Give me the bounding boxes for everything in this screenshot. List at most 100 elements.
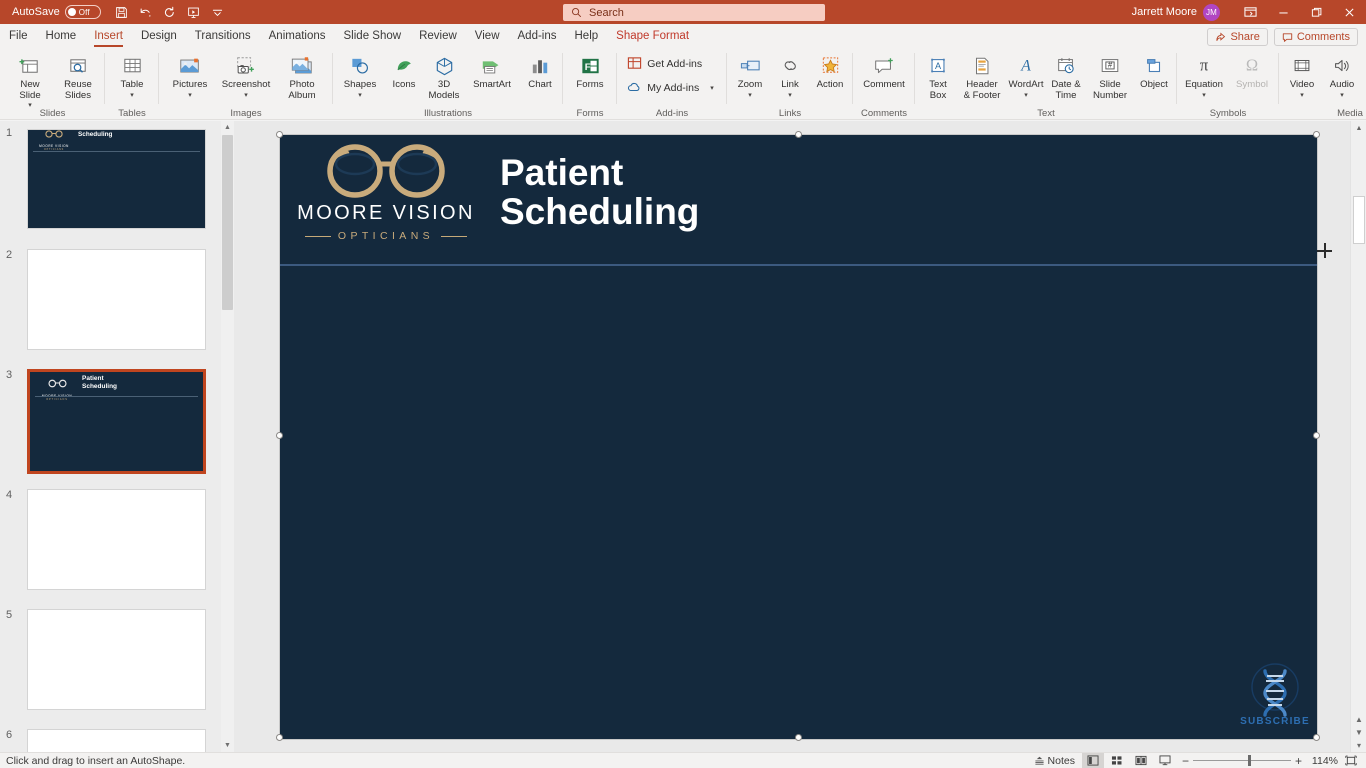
my-addins-button[interactable]: My Add-ins ▾ (624, 78, 719, 97)
slide-show-button[interactable] (1154, 753, 1176, 768)
zoom-in-button[interactable]: + (1295, 754, 1302, 768)
table-button[interactable]: Table ▾ (108, 51, 156, 99)
audio-button[interactable]: Audio ▾ (1322, 51, 1362, 99)
canvas-vertical-scrollbar[interactable]: ▲ ▲ ▼ ▾ (1350, 121, 1366, 752)
canvas-scroll-up-icon[interactable]: ▲ (1351, 121, 1366, 136)
equation-button[interactable]: π Equation ▾ (1180, 51, 1228, 99)
wordart-button[interactable]: A WordArt ▾ (1006, 51, 1046, 99)
normal-view-button[interactable] (1081, 753, 1104, 768)
reading-view-button[interactable] (1130, 753, 1152, 768)
share-button[interactable]: Share (1207, 28, 1268, 46)
selection-handle-top-right[interactable] (1313, 131, 1320, 138)
search-input[interactable]: Search (563, 4, 825, 21)
screen-recording-button[interactable]: Screen Recording (1362, 51, 1366, 101)
restore-button[interactable] (1300, 0, 1333, 24)
shapes-caret-icon[interactable]: ▾ (358, 92, 362, 99)
selection-handle-top-center[interactable] (795, 131, 802, 138)
undo-icon[interactable] (135, 2, 157, 22)
zoom-level-label[interactable]: 114% (1304, 755, 1338, 767)
zoom-out-button[interactable]: − (1182, 754, 1189, 768)
tab-design[interactable]: Design (132, 25, 186, 48)
thumbnail-pane-scrollbar[interactable]: ▲ ▼ (221, 121, 234, 752)
link-button[interactable]: Link ▾ (770, 51, 810, 99)
header-footer-button[interactable]: Header & Footer (958, 51, 1006, 101)
tab-view[interactable]: View (466, 25, 509, 48)
tab-insert[interactable]: Insert (85, 25, 132, 48)
wordart-caret-icon[interactable]: ▾ (1024, 92, 1028, 99)
date-time-button[interactable]: Date & Time (1046, 51, 1086, 101)
video-caret-icon[interactable]: ▾ (1300, 92, 1304, 99)
autosave-control[interactable]: AutoSave Off (12, 5, 101, 19)
tab-home[interactable]: Home (37, 25, 86, 48)
shapes-button[interactable]: Shapes ▾ (336, 51, 384, 99)
pictures-caret-icon[interactable]: ▾ (188, 92, 192, 99)
thumbnail-slide-2[interactable] (27, 249, 206, 350)
tab-shape-format[interactable]: Shape Format (607, 25, 698, 48)
notes-button[interactable]: Notes (1029, 753, 1080, 768)
equation-caret-icon[interactable]: ▾ (1202, 92, 1206, 99)
ribbon-display-options-icon[interactable] (1234, 0, 1267, 24)
thumbnail-slide-4[interactable] (27, 489, 206, 590)
3d-models-button[interactable]: 3D Models (424, 51, 464, 101)
fit-slide-to-window-button[interactable] (1340, 753, 1362, 768)
previous-slide-icon[interactable]: ▲ (1355, 715, 1363, 724)
pictures-button[interactable]: Pictures ▾ (162, 51, 218, 99)
new-slide-button[interactable]: New Slide ▾ (6, 51, 54, 109)
save-icon[interactable] (111, 2, 133, 22)
avatar[interactable]: JM (1203, 3, 1220, 21)
tab-animations[interactable]: Animations (260, 25, 335, 48)
slide-editing-canvas[interactable]: MOORE VISION OPTICIANS Patient Schedulin… (234, 121, 1350, 752)
zoom-slider[interactable]: − + (1182, 754, 1302, 768)
autosave-toggle[interactable]: Off (64, 5, 101, 19)
selection-handle-top-left[interactable] (276, 131, 283, 138)
thumbnail-scroll-up-icon[interactable]: ▲ (221, 121, 234, 134)
thumbnail-scroll-down-icon[interactable]: ▼ (221, 739, 234, 752)
company-logo[interactable]: MOORE VISION OPTICIANS (288, 144, 484, 242)
close-button[interactable] (1333, 0, 1366, 24)
action-button[interactable]: Action (810, 51, 850, 91)
selection-handle-bottom-left[interactable] (276, 734, 283, 741)
thumbnail-slide-6[interactable] (27, 729, 206, 752)
smartart-button[interactable]: SmartArt (464, 51, 520, 91)
tab-slide-show[interactable]: Slide Show (335, 25, 411, 48)
text-box-button[interactable]: A Text Box (918, 51, 958, 101)
thumbnail-scrollbar-thumb[interactable] (222, 135, 233, 310)
video-button[interactable]: Video ▾ (1282, 51, 1322, 99)
my-addins-caret-icon[interactable]: ▾ (710, 84, 714, 92)
tab-file[interactable]: File (0, 25, 37, 48)
screenshot-caret-icon[interactable]: ▾ (244, 92, 248, 99)
tab-add-ins[interactable]: Add-ins (509, 25, 566, 48)
thumbnail-slide-3[interactable]: MOORE VISION OPTICIANS Patient Schedulin… (27, 369, 206, 474)
chart-button[interactable]: Chart (520, 51, 560, 91)
customize-quick-access-icon[interactable] (207, 2, 229, 22)
thumbnail-slide-1[interactable]: MOORE VISION OPTICIANS Patient Schedulin… (27, 129, 206, 229)
forms-button[interactable]: F Forms (566, 51, 614, 91)
minimize-button[interactable] (1267, 0, 1300, 24)
selection-handle-middle-left[interactable] (276, 432, 283, 439)
screenshot-button[interactable]: Screenshot ▾ (218, 51, 274, 99)
select-browse-object-icon[interactable]: ▾ (1357, 741, 1361, 750)
redo-icon[interactable] (159, 2, 181, 22)
table-caret-icon[interactable]: ▾ (130, 92, 134, 99)
selection-handle-middle-right[interactable] (1313, 432, 1320, 439)
current-slide[interactable]: MOORE VISION OPTICIANS Patient Schedulin… (280, 135, 1317, 739)
link-caret-icon[interactable]: ▾ (788, 92, 792, 99)
slide-title[interactable]: Patient Scheduling (500, 153, 1100, 232)
canvas-scrollbar-thumb[interactable] (1353, 196, 1365, 244)
zoom-slider-track[interactable] (1192, 755, 1291, 766)
comments-button[interactable]: Comments (1273, 28, 1358, 46)
zoom-slider-knob[interactable] (1247, 755, 1251, 766)
comment-button[interactable]: Comment (856, 51, 912, 91)
selection-handle-bottom-right[interactable] (1313, 734, 1320, 741)
slide-number-button[interactable]: # Slide Number (1086, 51, 1134, 101)
next-slide-icon[interactable]: ▼ (1355, 728, 1363, 737)
zoom-caret-icon[interactable]: ▾ (748, 92, 752, 99)
tab-transitions[interactable]: Transitions (186, 25, 260, 48)
zoom-button[interactable]: Zoom ▾ (730, 51, 770, 99)
tab-help[interactable]: Help (566, 25, 608, 48)
tab-review[interactable]: Review (410, 25, 466, 48)
symbol-button[interactable]: Ω Symbol (1228, 51, 1276, 91)
start-presentation-icon[interactable] (183, 2, 205, 22)
icons-button[interactable]: Icons (384, 51, 424, 91)
slide-sorter-view-button[interactable] (1106, 753, 1128, 768)
